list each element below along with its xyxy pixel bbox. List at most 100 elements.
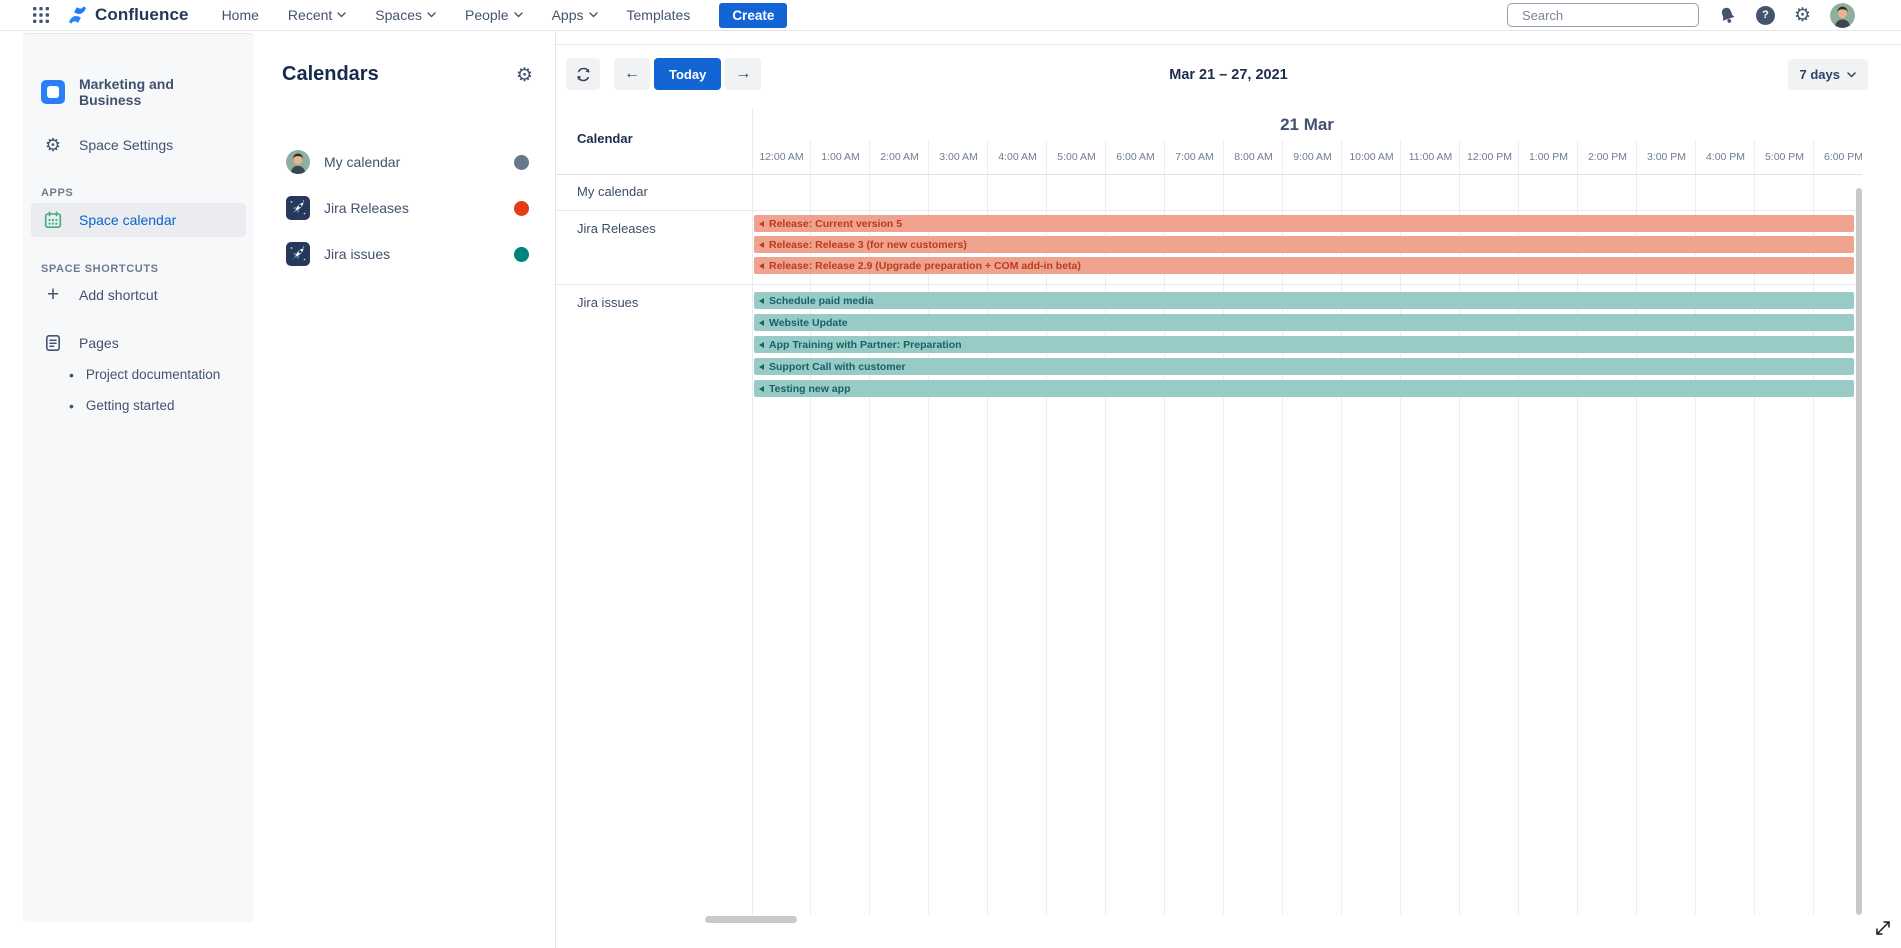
sidebar-section-apps: APPS: [23, 187, 254, 199]
jira-app-icon: [286, 196, 310, 220]
calendar-color-dot[interactable]: [514, 247, 529, 262]
event-continues-left-icon: [759, 221, 764, 227]
calendar-event[interactable]: App Training with Partner: Preparation: [754, 336, 1854, 353]
nav-item-home[interactable]: Home: [222, 7, 259, 23]
time-label: 3:00 PM: [1637, 140, 1696, 174]
create-button[interactable]: Create: [719, 3, 787, 28]
time-label: 10:00 AM: [1342, 140, 1401, 174]
user-avatar[interactable]: [1830, 3, 1855, 28]
confluence-window: Confluence Home Recent Spaces People Apps Tem…: [0, 0, 1901, 948]
time-label: 2:00 PM: [1578, 140, 1637, 174]
nav-item-label: Apps: [552, 7, 584, 23]
search-box[interactable]: [1507, 3, 1699, 27]
primary-nav: Home Recent Spaces People Apps Templates: [222, 7, 691, 23]
calendar-grid: 21 Mar Calendar 12:00 AM1:00 AM2:00 AM3:…: [556, 95, 1901, 948]
calendar-icon: [41, 210, 65, 230]
day-header: 21 Mar: [752, 115, 1862, 135]
calendar-rows: My calendar Jira Releases Release: Current…: [556, 174, 1862, 915]
space-avatar-icon: [41, 80, 65, 104]
calendar-row-my-calendar: My calendar: [556, 174, 1862, 211]
product-name: Confluence: [95, 5, 189, 25]
chevron-down-icon: [589, 12, 598, 18]
calendars-panel-title: Calendars: [282, 63, 379, 86]
pages-icon: [41, 334, 65, 352]
nav-item-label: People: [465, 7, 509, 23]
notifications-bell-icon[interactable]: [1718, 6, 1737, 25]
chevron-down-icon: [427, 12, 436, 18]
calendar-list-item-jira-issues[interactable]: Jira issues: [254, 231, 555, 277]
refresh-button[interactable]: [566, 58, 600, 90]
space-name: Marketing and Business: [79, 76, 236, 108]
sidebar-item-add-shortcut[interactable]: + Add shortcut: [31, 279, 246, 311]
bullet-icon: •: [69, 368, 74, 382]
time-label: 5:00 PM: [1755, 140, 1814, 174]
calendar-color-dot[interactable]: [514, 155, 529, 170]
sidebar-space-header[interactable]: Marketing and Business: [31, 69, 246, 115]
calendars-list: My calendarJira ReleasesJira issues: [254, 139, 555, 277]
calendar-event[interactable]: Schedule paid media: [754, 292, 1854, 309]
time-label: 2:00 AM: [870, 140, 929, 174]
nav-item-spaces[interactable]: Spaces: [375, 7, 436, 23]
sidebar-item-space-calendar[interactable]: Space calendar: [31, 203, 246, 237]
time-label: 11:00 AM: [1401, 140, 1460, 174]
nav-item-recent[interactable]: Recent: [288, 7, 346, 23]
time-label: 4:00 AM: [988, 140, 1047, 174]
event-title: Release: Release 2.9 (Upgrade preparatio…: [769, 260, 1081, 272]
nav-item-label: Templates: [627, 7, 691, 23]
app-switcher-icon[interactable]: [32, 6, 50, 24]
calendar-main: ← Today → Mar 21 – 27, 2021 7 days 21 Ma…: [556, 31, 1901, 948]
event-title: Release: Release 3 (for new customers): [769, 239, 967, 251]
time-label: 5:00 AM: [1047, 140, 1106, 174]
row-label: Jira Releases: [577, 221, 656, 236]
search-input[interactable]: [1522, 8, 1698, 23]
calendar-list-item-my-calendar[interactable]: My calendar: [254, 139, 555, 185]
calendar-event[interactable]: Release: Current version 5: [754, 215, 1854, 232]
time-header-row: 12:00 AM1:00 AM2:00 AM3:00 AM4:00 AM5:00…: [752, 140, 1862, 174]
today-button[interactable]: Today: [654, 58, 721, 90]
calendar-color-dot[interactable]: [514, 201, 529, 216]
time-label: 9:00 AM: [1283, 140, 1342, 174]
previous-period-button[interactable]: ←: [614, 58, 650, 90]
event-continues-left-icon: [759, 298, 764, 304]
event-title: Website Update: [769, 317, 848, 329]
top-navigation-bar: Confluence Home Recent Spaces People Apps Tem…: [0, 0, 1901, 31]
calendar-event[interactable]: Testing new app: [754, 380, 1854, 397]
nav-item-templates[interactable]: Templates: [627, 7, 691, 23]
plus-icon: +: [41, 286, 65, 304]
nav-item-apps[interactable]: Apps: [552, 7, 598, 23]
sidebar-page-link-getting-started[interactable]: •Getting started: [31, 390, 246, 421]
horizontal-scrollbar-thumb[interactable]: [705, 916, 797, 923]
event-continues-left-icon: [759, 364, 764, 370]
resize-handle-icon[interactable]: [1872, 917, 1894, 944]
confluence-logo[interactable]: Confluence: [67, 5, 189, 25]
vertical-scrollbar-thumb[interactable]: [1856, 188, 1862, 915]
calendar-event[interactable]: Release: Release 2.9 (Upgrade preparatio…: [754, 257, 1854, 274]
next-period-button[interactable]: →: [725, 58, 761, 90]
jira-app-icon: [286, 242, 310, 266]
row-label: Jira issues: [577, 295, 638, 310]
sidebar-item-space-settings[interactable]: ⚙ Space Settings: [31, 129, 246, 161]
space-sidebar: Marketing and Business ⚙ Space Settings …: [23, 33, 254, 922]
settings-gear-icon[interactable]: ⚙: [1794, 6, 1811, 25]
help-icon[interactable]: ?: [1756, 6, 1775, 25]
calendar-event[interactable]: Release: Release 3 (for new customers): [754, 236, 1854, 253]
time-label: 4:00 PM: [1696, 140, 1755, 174]
view-selector-button[interactable]: 7 days: [1788, 59, 1868, 90]
chevron-down-icon: [337, 12, 346, 18]
row-label: My calendar: [577, 184, 648, 199]
calendar-event[interactable]: Website Update: [754, 314, 1854, 331]
time-label: 6:00 AM: [1106, 140, 1165, 174]
calendar-list-item-jira-releases[interactable]: Jira Releases: [254, 185, 555, 231]
time-label: 12:00 PM: [1460, 140, 1519, 174]
calendars-settings-gear-icon[interactable]: ⚙: [516, 64, 533, 87]
event-title: Schedule paid media: [769, 295, 873, 307]
time-label: 7:00 AM: [1165, 140, 1224, 174]
calendar-event[interactable]: Support Call with customer: [754, 358, 1854, 375]
sidebar-page-link-project-documentation[interactable]: •Project documentation: [31, 359, 246, 390]
bullet-icon: •: [69, 399, 74, 413]
event-title: Release: Current version 5: [769, 218, 902, 230]
sidebar-item-pages[interactable]: Pages: [31, 327, 246, 359]
chevron-down-icon: [1847, 72, 1856, 78]
calendar-toolbar: ← Today →: [566, 58, 761, 90]
nav-item-people[interactable]: People: [465, 7, 523, 23]
